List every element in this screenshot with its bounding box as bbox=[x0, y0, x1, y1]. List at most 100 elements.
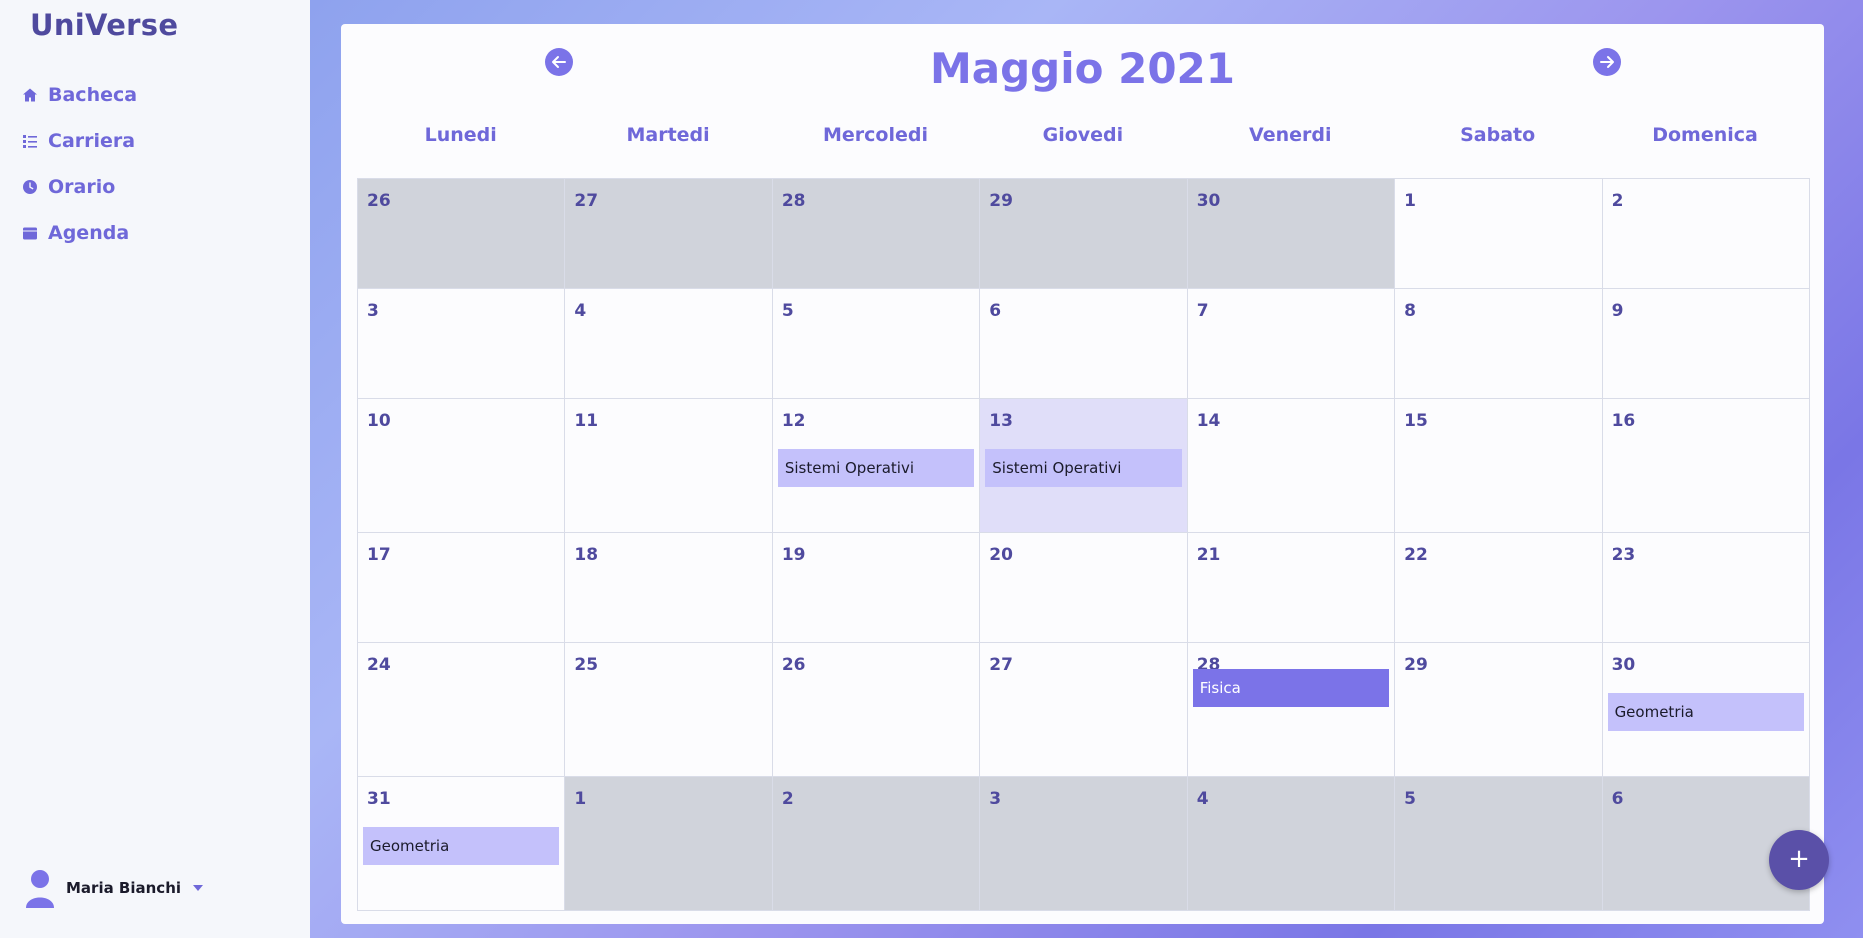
calendar-event[interactable]: Geometria bbox=[363, 827, 560, 865]
day-number: 29 bbox=[1404, 655, 1428, 675]
calendar-day-cell[interactable]: 8 bbox=[1395, 289, 1603, 399]
day-number: 6 bbox=[1611, 789, 1624, 809]
calendar-day-cell-today[interactable]: 13 Sistemi Operativi bbox=[980, 399, 1188, 533]
day-number: 9 bbox=[1611, 301, 1624, 321]
calendar-day-cell[interactable]: 12 Sistemi Operativi bbox=[772, 399, 981, 533]
weekday-label: Giovedi bbox=[1042, 124, 1124, 146]
next-month-button[interactable] bbox=[1593, 48, 1621, 76]
sidebar-item-bacheca[interactable]: Bacheca bbox=[22, 72, 137, 118]
calendar-grid: 26 27 28 29 30 1 2 3 4 5 6 7 8 9 10 11 12 Sistemi Operati… bbox=[357, 178, 1810, 911]
calendar-day-cell[interactable]: 1 bbox=[565, 777, 773, 911]
weekday-label: Lunedi bbox=[424, 124, 497, 146]
calendar-day-cell[interactable]: 4 bbox=[1187, 777, 1396, 911]
calendar-day-cell[interactable]: 24 bbox=[358, 643, 566, 777]
calendar-day-cell[interactable]: 15 bbox=[1395, 399, 1603, 533]
day-number: 3 bbox=[989, 789, 1002, 809]
sidebar-item-orario[interactable]: Orario bbox=[22, 164, 137, 210]
sidebar: UniVerse Bacheca Carriera Orario Agenda … bbox=[0, 0, 310, 938]
clock-icon bbox=[23, 180, 37, 194]
day-number: 1 bbox=[574, 789, 587, 809]
calendar-event[interactable]: Sistemi Operativi bbox=[985, 449, 1182, 487]
day-number: 13 bbox=[989, 411, 1013, 431]
calendar-day-cell[interactable]: 27 bbox=[980, 643, 1188, 777]
sidebar-item-label: Agenda bbox=[48, 222, 130, 244]
calendar-day-cell[interactable]: 26 bbox=[772, 643, 981, 777]
calendar-day-cell[interactable]: 18 bbox=[565, 533, 773, 643]
weekday-label: Mercoledi bbox=[822, 124, 928, 146]
day-number: 14 bbox=[1196, 411, 1221, 431]
day-number: 15 bbox=[1404, 411, 1428, 431]
calendar-icon bbox=[23, 227, 37, 240]
calendar-day-cell[interactable]: 21 bbox=[1187, 533, 1396, 643]
calendar-day-cell[interactable]: 26 bbox=[358, 179, 566, 289]
calendar-day-cell[interactable]: 3 bbox=[980, 777, 1188, 911]
day-number: 12 bbox=[781, 411, 806, 431]
calendar-day-cell[interactable]: 27 bbox=[565, 179, 773, 289]
calendar-day-cell[interactable]: 14 bbox=[1187, 399, 1396, 533]
day-number: 30 bbox=[1196, 191, 1221, 211]
day-number: 3 bbox=[367, 301, 379, 321]
calendar-day-cell[interactable]: 2 bbox=[772, 777, 981, 911]
calendar-day-cell[interactable]: 16 bbox=[1602, 399, 1810, 533]
weekday-label: Venerdi bbox=[1249, 124, 1332, 146]
calendar-day-cell[interactable]: 28 Fisica bbox=[1187, 643, 1396, 777]
chevron-down-icon[interactable] bbox=[193, 885, 204, 891]
main-area: Maggio 2021 Lunedi Martedi Mercoledi Gio… bbox=[310, 0, 1863, 938]
day-number: 24 bbox=[367, 655, 391, 675]
day-number: 26 bbox=[367, 191, 391, 211]
calendar-day-cell[interactable]: 2 bbox=[1602, 179, 1810, 289]
calendar-day-cell[interactable]: 31 Geometria bbox=[358, 777, 566, 911]
day-number: 10 bbox=[367, 411, 391, 431]
calendar-day-cell[interactable]: 10 bbox=[358, 399, 566, 533]
add-event-button[interactable]: + bbox=[1769, 830, 1829, 890]
calendar-day-cell[interactable]: 4 bbox=[565, 289, 773, 399]
calendar-day-cell[interactable]: 6 bbox=[980, 289, 1188, 399]
calendar-day-cell[interactable]: 19 bbox=[772, 533, 981, 643]
day-number: 11 bbox=[574, 411, 599, 431]
day-number: 4 bbox=[574, 301, 587, 321]
calendar-day-cell[interactable]: 5 bbox=[772, 289, 981, 399]
day-number: 29 bbox=[989, 191, 1013, 211]
day-number: 8 bbox=[1404, 301, 1416, 321]
calendar-day-cell[interactable]: 11 bbox=[565, 399, 773, 533]
calendar-event[interactable]: Fisica bbox=[1192, 669, 1390, 707]
calendar-day-cell[interactable]: 30 Geometria bbox=[1602, 643, 1810, 777]
sidebar-item-carriera[interactable]: Carriera bbox=[22, 118, 137, 164]
app-logo[interactable]: UniVerse bbox=[30, 8, 178, 42]
calendar-day-cell[interactable]: 20 bbox=[980, 533, 1188, 643]
calendar-day-cell[interactable]: 29 bbox=[980, 179, 1188, 289]
calendar-day-cell[interactable]: 5 bbox=[1395, 777, 1603, 911]
day-number: 30 bbox=[1611, 655, 1636, 675]
day-number: 7 bbox=[1196, 301, 1209, 321]
calendar-day-cell[interactable]: 25 bbox=[565, 643, 773, 777]
day-number: 22 bbox=[1404, 545, 1428, 565]
calendar-day-cell[interactable]: 17 bbox=[358, 533, 566, 643]
calendar-day-cell[interactable]: 23 bbox=[1602, 533, 1810, 643]
calendar-day-cell[interactable]: 9 bbox=[1602, 289, 1810, 399]
calendar-day-cell[interactable]: 7 bbox=[1187, 289, 1396, 399]
day-number: 28 bbox=[781, 191, 806, 211]
calendar-event[interactable]: Sistemi Operativi bbox=[777, 449, 975, 487]
calendar-event[interactable]: Geometria bbox=[1607, 693, 1804, 731]
sidebar-item-agenda[interactable]: Agenda bbox=[22, 210, 137, 256]
calendar-day-cell[interactable]: 22 bbox=[1395, 533, 1603, 643]
day-number: 4 bbox=[1196, 789, 1209, 809]
calendar-day-cell[interactable]: 30 bbox=[1187, 179, 1396, 289]
day-number: 31 bbox=[367, 789, 391, 809]
user-name: Maria Bianchi bbox=[66, 879, 182, 897]
day-number: 26 bbox=[781, 655, 806, 675]
user-menu[interactable]: Maria Bianchi bbox=[24, 868, 204, 908]
calendar-day-cell[interactable]: 1 bbox=[1395, 179, 1603, 289]
calendar-day-cell[interactable]: 3 bbox=[358, 289, 566, 399]
sidebar-item-label: Bacheca bbox=[48, 84, 138, 106]
calendar-day-cell[interactable]: 28 bbox=[772, 179, 981, 289]
day-number: 2 bbox=[1611, 191, 1624, 211]
weekday-label: Domenica bbox=[1652, 124, 1758, 146]
day-number: 21 bbox=[1196, 545, 1221, 565]
day-number: 16 bbox=[1611, 411, 1636, 431]
list-icon bbox=[23, 135, 37, 148]
day-number: 6 bbox=[989, 301, 1002, 321]
arrow-right-icon bbox=[1600, 56, 1614, 68]
calendar-day-cell[interactable]: 29 bbox=[1395, 643, 1603, 777]
day-number: 25 bbox=[574, 655, 599, 675]
